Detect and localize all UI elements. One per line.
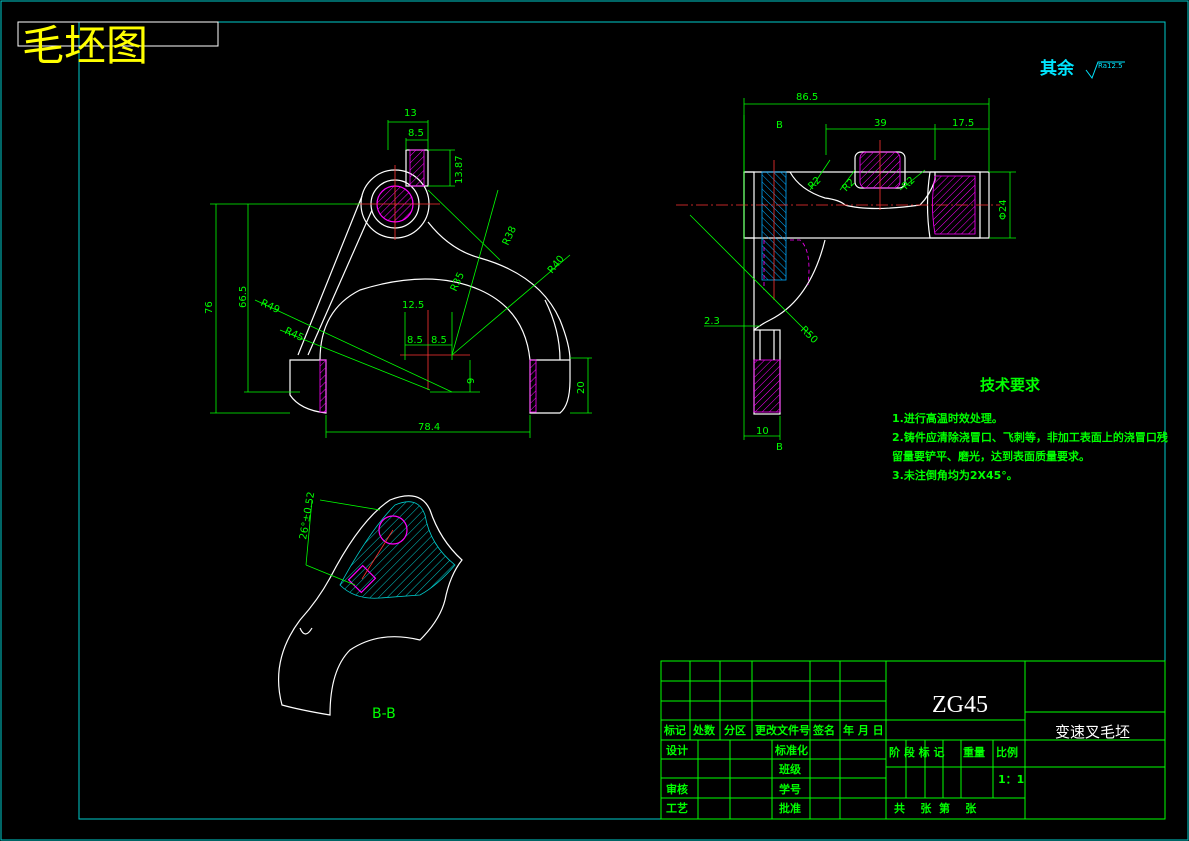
tb-student-no: 学号 — [779, 782, 801, 796]
dim-r2-a: R2 — [806, 175, 823, 192]
tb-process: 工艺 — [666, 801, 688, 815]
dim-r38: R38 — [501, 225, 519, 247]
side-view-dims — [689, 98, 1016, 440]
tb-review: 审核 — [666, 782, 688, 796]
dim-17-5: 17.5 — [952, 118, 974, 129]
front-view — [289, 149, 571, 414]
dim-39: 39 — [874, 118, 887, 129]
dim-r35: R35 — [449, 271, 467, 293]
label-b-bottom: B — [776, 442, 783, 453]
dim-r49: R49 — [259, 298, 281, 316]
dim-8-5-b: 8.5 — [431, 335, 447, 346]
drawing-canvas: 毛坯图 其余 Ra12.5 13 8.5 13.87 76 66.5 12.5 … — [0, 0, 1189, 841]
tech-item-2: 2.铸件应清除浇冒口、飞刺等，非加工表面上的浇冒口残 — [892, 430, 1168, 444]
tb-class: 班级 — [779, 762, 802, 776]
label-b-top: B — [776, 120, 783, 131]
tech-item-1: 1.进行高温时效处理。 — [892, 411, 1003, 425]
dim-2-3: 2.3 — [704, 316, 720, 327]
dim-76: 76 — [204, 301, 215, 314]
dim-78-4: 78.4 — [418, 422, 440, 433]
tech-title: 技术要求 — [980, 376, 1041, 394]
dim-8-5-a: 8.5 — [407, 335, 423, 346]
section-label: B-B — [372, 706, 396, 722]
dim-66-5: 66.5 — [238, 286, 249, 308]
dim-13: 13 — [404, 108, 417, 119]
tb-design: 设计 — [666, 743, 688, 757]
dim-20: 20 — [576, 381, 587, 394]
tb-sheet: 共 张 第 张 — [894, 801, 977, 815]
outer-border — [0, 0, 1189, 841]
dim-10: 10 — [756, 426, 769, 437]
dim-86-5: 86.5 — [796, 92, 818, 103]
tb-count: 处数 — [692, 723, 716, 737]
dim-phi24: Φ24 — [998, 199, 1009, 220]
tb-mark: 标记 — [663, 723, 686, 737]
tb-date: 年 月 日 — [843, 723, 884, 737]
dim-r45: R45 — [283, 326, 305, 344]
dim-r2-c: R2 — [900, 175, 917, 192]
material: ZG45 — [932, 692, 988, 718]
dim-13-87: 13.87 — [454, 155, 465, 184]
tb-zone: 分区 — [724, 723, 746, 737]
tb-standard: 标准化 — [774, 743, 808, 757]
section-dim: 26°±0.52 — [298, 491, 317, 541]
header-title: 毛坯图 — [22, 21, 148, 70]
tb-scale-value: 1：1 — [998, 773, 1024, 786]
tb-approve: 批准 — [779, 801, 801, 815]
tb-scale: 比例 — [996, 745, 1018, 759]
dim-9: 9 — [466, 378, 477, 384]
surface-note-label: 其余 — [1040, 58, 1075, 79]
dim-r50: R50 — [798, 324, 820, 346]
tb-sign: 签名 — [812, 723, 835, 737]
tb-stage: 阶 段 标 记 — [889, 745, 945, 759]
side-view — [743, 151, 990, 415]
tb-weight: 重量 — [963, 745, 985, 759]
dim-r40: R40 — [546, 254, 567, 276]
dim-8-5-top: 8.5 — [408, 128, 424, 139]
dim-12-5: 12.5 — [402, 300, 424, 311]
tb-change-doc: 更改文件号 — [755, 723, 810, 737]
tech-item-3: 留量要铲平、磨光，达到表面质量要求。 — [892, 449, 1090, 463]
surface-note-roughness: Ra12.5 — [1098, 62, 1123, 70]
tech-item-4: 3.未注倒角均为2X45°。 — [892, 468, 1018, 482]
part-name: 变速叉毛坯 — [1055, 723, 1130, 741]
